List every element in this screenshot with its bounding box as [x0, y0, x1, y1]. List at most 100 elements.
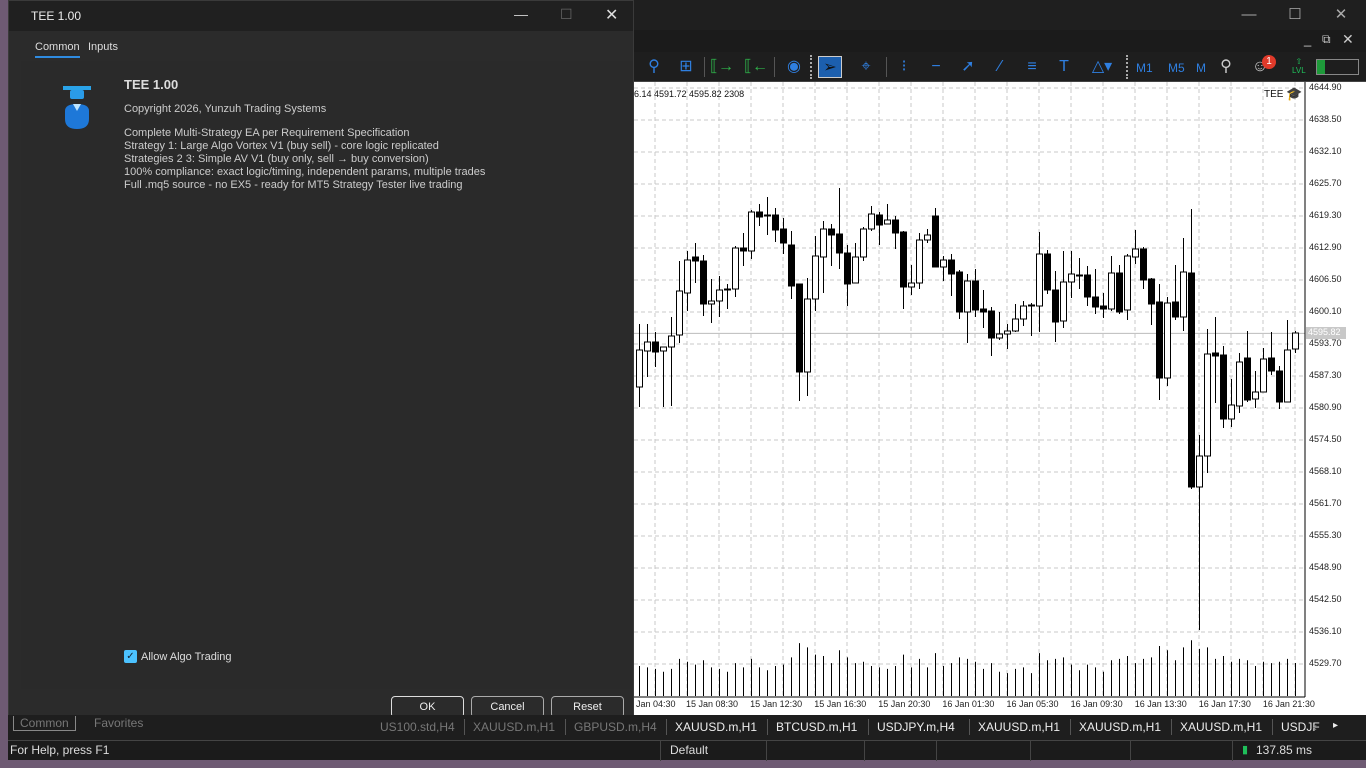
- candle-body: [748, 211, 755, 252]
- candle-body: [908, 282, 915, 288]
- candle-body: [988, 310, 995, 339]
- time-tick-label: 15 Jan 08:30: [686, 699, 739, 709]
- candle-body: [868, 213, 875, 230]
- candle-body: [660, 346, 667, 352]
- allow-algo-label[interactable]: Allow Algo Trading: [141, 651, 232, 663]
- candle-body: [1132, 248, 1139, 258]
- price-tick-label: 4568.10: [1309, 466, 1342, 476]
- current-price-label: 4595.82: [1306, 327, 1346, 339]
- navigator-tab-common[interactable]: Common: [13, 716, 76, 731]
- symbol-tab[interactable]: XAUUSD.m,H1: [978, 720, 1060, 734]
- tab-divider: [969, 719, 970, 735]
- candle-body: [1236, 361, 1243, 407]
- price-tick-label: 4600.10: [1309, 306, 1342, 316]
- dialog-maximize-button: ☐: [560, 6, 573, 22]
- candle-body: [1060, 281, 1067, 322]
- candle-body: [972, 280, 979, 311]
- price-tick-label: 4625.70: [1309, 178, 1342, 188]
- candle-body: [708, 300, 715, 305]
- dialog-close-button[interactable]: ✕: [605, 5, 618, 25]
- candle-body: [1252, 391, 1259, 400]
- price-tick-label: 4561.70: [1309, 498, 1342, 508]
- ea-properties-dialog: TEE 1.00 — ☐ ✕ Common Inputs TEE 1.00 Co…: [8, 0, 634, 725]
- description-line: Full .mq5 source - no EX5 - ready for MT…: [124, 179, 463, 191]
- status-bar: For Help, press F1 Default ▮ 137.85 ms: [8, 740, 1366, 761]
- time-tick-label: 16 Jan 17:30: [1198, 699, 1251, 709]
- candle-body: [636, 349, 643, 388]
- symbol-tab[interactable]: XAUUSD.m,H1: [675, 720, 757, 734]
- candle-body: [884, 219, 891, 225]
- price-tick-label: 4632.10: [1309, 146, 1342, 156]
- candle-body: [1140, 248, 1147, 281]
- candle-body: [1028, 304, 1035, 307]
- price-tick-label: 4574.50: [1309, 434, 1342, 444]
- candle-body: [1260, 358, 1267, 393]
- candle-body: [1228, 404, 1235, 420]
- status-help: For Help, press F1: [10, 743, 110, 757]
- candle-body: [1084, 274, 1091, 298]
- tabs-scroll-right[interactable]: ▸: [1333, 720, 1338, 731]
- candle-body: [1020, 305, 1027, 320]
- ea-copyright: Copyright 2026, Yunzuh Trading Systems: [124, 103, 327, 115]
- candle-body: [644, 341, 651, 352]
- price-tick-label: 4548.90: [1309, 562, 1342, 572]
- graduation-cap-ea-icon: [63, 86, 91, 129]
- tab-divider: [1070, 719, 1071, 735]
- description-line: 100% compliance: exact logic/timing, ind…: [124, 166, 486, 178]
- candle-body: [700, 260, 707, 305]
- candle-body: [676, 290, 683, 336]
- candle-body: [1004, 330, 1011, 335]
- price-tick-label: 4529.70: [1309, 658, 1342, 668]
- ea-label: TEE: [1264, 89, 1284, 100]
- candle-body: [892, 219, 899, 234]
- candle-body: [956, 271, 963, 313]
- candle-body: [876, 214, 883, 226]
- tab-divider: [464, 719, 465, 735]
- symbol-tab[interactable]: XAUUSD.m,H1: [1079, 720, 1161, 734]
- navigator-tab-favorites[interactable]: Favorites: [94, 716, 143, 730]
- candle-body: [684, 259, 691, 294]
- time-tick-label: 16 Jan 05:30: [1006, 699, 1059, 709]
- status-profile[interactable]: Default: [670, 743, 708, 757]
- allow-algo-checkbox[interactable]: ✓: [124, 650, 137, 663]
- candle-body: [1076, 274, 1083, 277]
- tab-inputs[interactable]: Inputs: [88, 41, 118, 53]
- symbol-tab[interactable]: USDJPY.m,H4: [877, 720, 955, 734]
- time-tick-label: 15 Jan 16:30: [814, 699, 867, 709]
- ohlc-header: 6.14 4591.72 4595.82 2308: [634, 89, 745, 99]
- dialog-minimize-button[interactable]: —: [514, 6, 528, 22]
- candle-body: [828, 228, 835, 236]
- price-tick-label: 4542.50: [1309, 594, 1342, 604]
- symbol-tab[interactable]: US100.std,H4: [380, 720, 455, 734]
- candle-body: [1292, 332, 1299, 350]
- description-line: Complete Multi-Strategy EA per Requireme…: [124, 127, 410, 139]
- candle-body: [724, 288, 731, 291]
- tab-divider: [1272, 719, 1273, 735]
- tabs-scroll-left[interactable]: ‹: [1313, 720, 1317, 734]
- price-tick-label: 4555.30: [1309, 530, 1342, 540]
- tab-divider: [868, 719, 869, 735]
- ea-hat-icon[interactable]: 🎓: [1286, 86, 1302, 102]
- candle-body: [812, 255, 819, 300]
- candle-body: [1180, 271, 1187, 318]
- candle-body: [860, 228, 867, 258]
- symbol-tab[interactable]: GBPUSD.m,H4: [574, 720, 657, 734]
- status-ping[interactable]: 137.85 ms: [1256, 743, 1312, 757]
- candle-body: [948, 259, 955, 275]
- price-tick-label: 4593.70: [1309, 338, 1342, 348]
- tab-common[interactable]: Common: [35, 41, 80, 58]
- symbol-tab[interactable]: XAUUSD.m,H1: [1180, 720, 1262, 734]
- description-line: Strategy 1: Large Algo Vortex V1 (buy se…: [124, 140, 439, 152]
- candle-body: [940, 259, 947, 268]
- symbol-tab[interactable]: BTCUSD.m,H1: [776, 720, 857, 734]
- price-tick-label: 4644.90: [1309, 82, 1342, 92]
- time-tick-label: 16 Jan 09:30: [1070, 699, 1123, 709]
- candle-body: [996, 333, 1003, 339]
- candle-body: [1268, 357, 1275, 372]
- candle-body: [1148, 278, 1155, 305]
- candle-body: [1012, 318, 1019, 332]
- symbol-tab[interactable]: XAUUSD.m,H1: [473, 720, 555, 734]
- candle-body: [756, 211, 763, 218]
- candle-body: [844, 252, 851, 285]
- candle-body: [964, 280, 971, 313]
